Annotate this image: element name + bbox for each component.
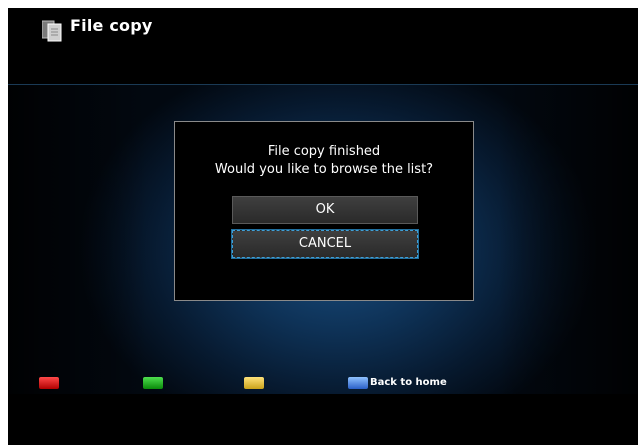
file-copy-icon xyxy=(42,20,62,42)
ok-button[interactable]: OK xyxy=(232,196,418,224)
header-bar: File copy xyxy=(8,8,638,85)
cancel-button[interactable]: CANCEL xyxy=(231,229,419,259)
bottom-bar xyxy=(8,394,638,445)
dialog-message-line2: Would you like to browse the list? xyxy=(214,162,434,177)
tv-screen: File copy File copy finished Would you l… xyxy=(8,8,638,445)
confirm-dialog: File copy finished Would you like to bro… xyxy=(174,121,474,301)
yellow-key-icon[interactable] xyxy=(244,377,264,389)
page-title: File copy xyxy=(70,16,153,35)
dialog-message-line1: File copy finished xyxy=(267,144,381,159)
red-key-icon[interactable] xyxy=(39,377,59,389)
green-key-icon[interactable] xyxy=(143,377,163,389)
blue-key-icon[interactable] xyxy=(348,377,368,389)
back-to-home-label[interactable]: Back to home xyxy=(370,377,447,389)
color-key-bar: Back to home xyxy=(8,375,638,393)
